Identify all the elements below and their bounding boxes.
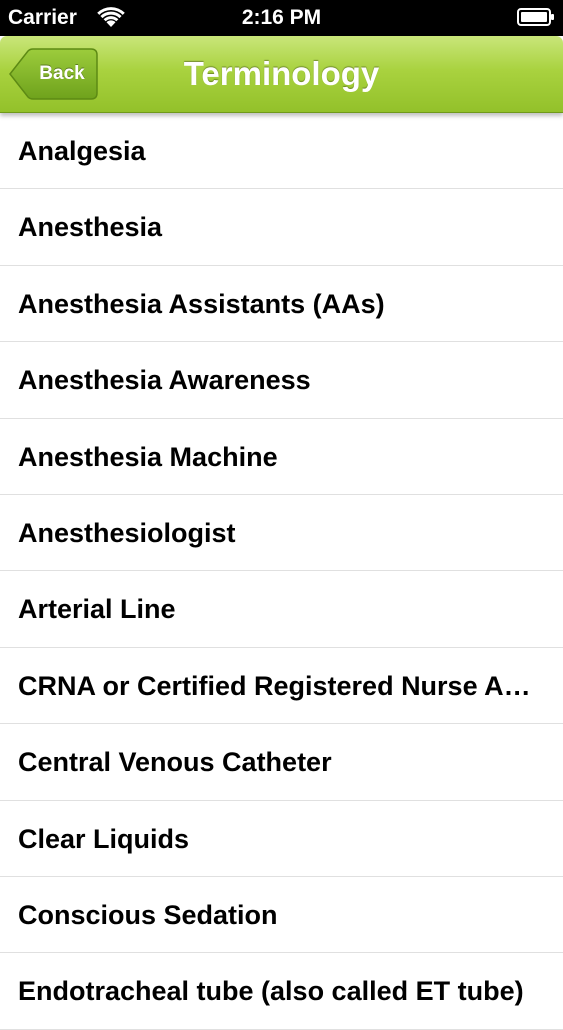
list-item[interactable]: Conscious Sedation [0,877,563,954]
navigation-bar: Back Terminology [0,36,563,113]
page-title: Terminology [183,55,380,92]
clock: 2:16 PM [241,6,322,29]
list-item-label: Conscious Sedation [18,899,278,930]
list-item[interactable]: Central Venous Catheter [0,724,563,801]
list-item[interactable]: Clear Liquids [0,801,563,877]
list-item-label: Arterial Line [18,594,176,625]
list-item[interactable]: CRNA or Certified Registered Nurse Anest… [0,648,563,725]
list-item[interactable]: Anesthesia [0,189,563,266]
list-item-label: CRNA or Certified Registered Nurse Anest… [18,670,545,701]
list-item-label: Anesthesiologist [18,517,236,548]
list-item-label: Central Venous Catheter [18,747,332,778]
list-item[interactable]: Anesthesia Machine [0,419,563,495]
back-button-label: Back [39,63,85,84]
list-item[interactable]: Endotracheal tube (also called ET tube) [0,953,563,1030]
list-item[interactable]: Analgesia [0,113,563,190]
list-item[interactable]: Arterial Line [0,571,563,648]
terminology-list: Analgesia Anesthesia Anesthesia Assistan… [0,113,563,1030]
list-item-label: Clear Liquids [18,823,190,854]
list-item-label: Anesthesia [18,212,163,243]
list-item[interactable]: Anesthesia Assistants (AAs) [0,266,563,343]
list-item-label: Analgesia [18,136,146,166]
list-item-label: Anesthesia Assistants (AAs) [18,288,385,319]
list-item-label: Anesthesia Machine [18,441,278,472]
list-item[interactable]: Anesthesia Awareness [0,342,563,419]
battery-icon [517,8,555,26]
list-item-label: Anesthesia Awareness [18,365,311,396]
list-item-label: Endotracheal tube (also called ET tube) [18,976,524,1007]
back-button[interactable]: Back [8,48,98,100]
list-item[interactable]: Anesthesiologist [0,495,563,572]
status-bar: Carrier 2:16 PM [0,0,563,36]
